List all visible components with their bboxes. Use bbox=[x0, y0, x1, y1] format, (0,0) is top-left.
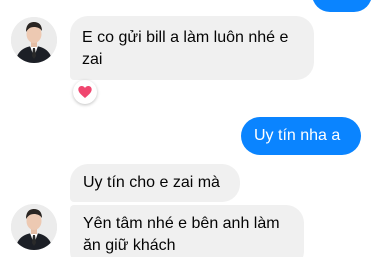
person-icon bbox=[11, 204, 57, 250]
message-text: Yên tâm nhé e bên anh làm ăn giữ khách bbox=[83, 215, 280, 254]
received-message-bubble[interactable]: Uy tín cho e zai mà bbox=[70, 164, 240, 202]
chat-thread: E co gửi bill a làm luôn nhé e zai Uy tí… bbox=[0, 0, 374, 257]
message-reaction[interactable] bbox=[73, 80, 97, 104]
contact-avatar[interactable] bbox=[11, 17, 57, 63]
sent-message-bubble[interactable]: Uy tín nha a bbox=[241, 117, 361, 155]
received-message-bubble[interactable]: E co gửi bill a làm luôn nhé e zai bbox=[70, 16, 314, 80]
message-text: Uy tín cho e zai mà bbox=[83, 174, 220, 191]
contact-avatar[interactable] bbox=[11, 204, 57, 250]
sent-message-bubble-partial[interactable] bbox=[312, 0, 372, 12]
message-text: E co gửi bill a làm luôn nhé e zai bbox=[82, 29, 289, 68]
received-message-bubble[interactable]: Yên tâm nhé e bên anh làm ăn giữ khách bbox=[70, 205, 304, 257]
heart-icon bbox=[78, 86, 92, 98]
message-text: Uy tín nha a bbox=[254, 127, 341, 144]
person-icon bbox=[11, 17, 57, 63]
